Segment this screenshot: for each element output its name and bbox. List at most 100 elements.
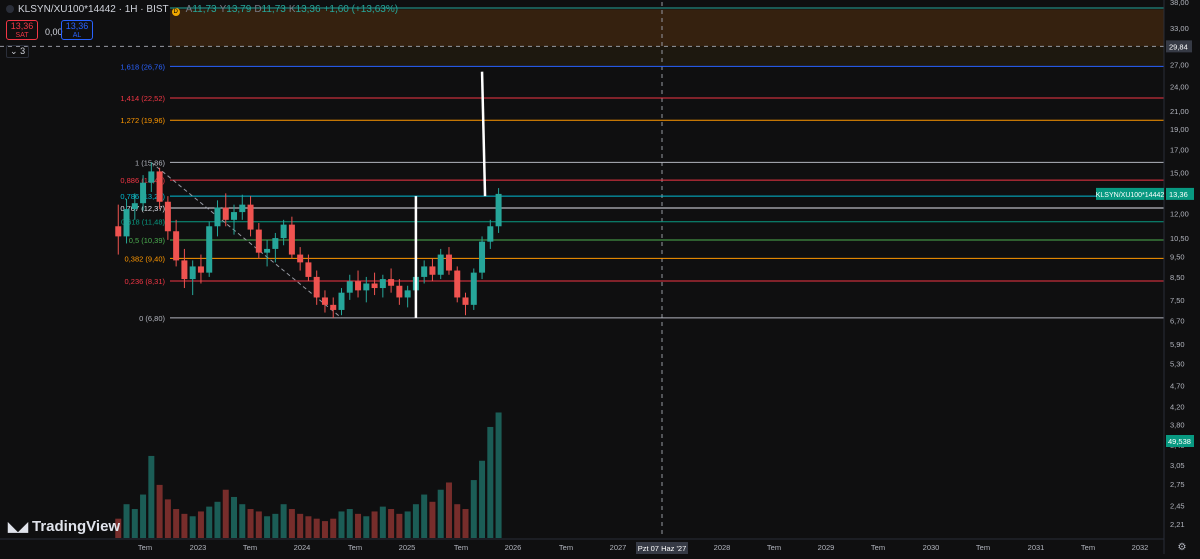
time-tick-label: Tem bbox=[871, 543, 885, 552]
volume-bar bbox=[131, 509, 138, 538]
fib-level-label: 1,414 (22,52) bbox=[120, 94, 165, 103]
candle-body bbox=[462, 297, 469, 305]
candle-body bbox=[495, 193, 502, 227]
sell-button[interactable]: 13,36 SAT bbox=[6, 20, 38, 40]
volume-bar bbox=[321, 521, 328, 538]
volume-bar bbox=[396, 513, 403, 538]
fib-level-label: 1,618 (26,76) bbox=[120, 62, 165, 71]
volume-bar bbox=[479, 460, 486, 538]
low-value: 11,73 bbox=[261, 4, 286, 15]
candle-body bbox=[189, 266, 196, 280]
candle-body bbox=[363, 283, 370, 291]
volume-bar bbox=[264, 516, 271, 538]
price-tick-label: 2,75 bbox=[1170, 480, 1185, 489]
symbol-title[interactable]: KLSYN/XU100*14442 · 1H · BIST bbox=[18, 4, 169, 15]
candle-body bbox=[264, 248, 271, 253]
volume-bar bbox=[214, 501, 221, 538]
volume-bar bbox=[140, 494, 147, 538]
volume-bar bbox=[222, 489, 229, 538]
volume-bar bbox=[164, 499, 171, 538]
time-axis: Tem 2023 Tem 2024 Tem 2025 Tem 2026 Tem 2027 Tem 20… bbox=[0, 538, 1187, 553]
candle-body bbox=[222, 207, 229, 220]
price-tick-label: 19,00 bbox=[1170, 125, 1189, 134]
candle-body bbox=[156, 171, 163, 202]
volume-bar bbox=[272, 513, 279, 538]
volume-bars bbox=[115, 412, 502, 538]
volume-bar bbox=[173, 509, 180, 538]
candle-body bbox=[445, 254, 452, 271]
indicator-count: 3 bbox=[20, 46, 26, 56]
crosshair-price-label: 29,84 bbox=[1169, 42, 1188, 51]
volume-bar bbox=[338, 511, 345, 538]
candle-body bbox=[355, 281, 362, 291]
price-tick-label: 7,50 bbox=[1170, 296, 1185, 305]
gear-icon[interactable]: ⚙ bbox=[1178, 542, 1187, 553]
volume-bar bbox=[148, 455, 155, 538]
price-chart[interactable]: 0 (6,80) 0,236 (8,31) 0,382 (9,40) 0,5 (10,… bbox=[0, 0, 1200, 554]
time-tick-label: Tem bbox=[1081, 543, 1095, 552]
symbol-name-label: KLSYN/XU100*14442 bbox=[1096, 192, 1165, 199]
price-tick-label: 27,00 bbox=[1170, 61, 1189, 70]
volume-bar bbox=[421, 494, 428, 538]
candle-body bbox=[173, 231, 180, 261]
open-value: 11,73 bbox=[192, 4, 217, 15]
time-tick-label: 2026 bbox=[505, 543, 522, 552]
delay-badge-icon: D bbox=[171, 8, 180, 16]
collapse-indicators-button[interactable]: ⌄ 3 bbox=[6, 45, 30, 58]
volume-bar bbox=[305, 516, 312, 538]
tradingview-logo[interactable]: ◣◢ TradingView bbox=[8, 518, 120, 535]
price-tick-label: 10,50 bbox=[1170, 234, 1189, 243]
time-tick-label: Tem bbox=[348, 543, 362, 552]
time-tick-label: Tem bbox=[559, 543, 573, 552]
price-axis: 38,00 33,00 27,00 24,00 21,00 19,00 17,00 15,00… bbox=[1163, 0, 1189, 554]
candle-body bbox=[206, 226, 213, 273]
crosshair-date-label: Pzt 07 Haz '27 bbox=[638, 544, 687, 553]
candle-body bbox=[255, 229, 262, 253]
volume-bar bbox=[462, 509, 469, 538]
volume-bar bbox=[363, 516, 370, 538]
candle-body bbox=[140, 182, 147, 204]
sell-label: SAT bbox=[15, 32, 29, 39]
candle-body bbox=[454, 270, 461, 298]
time-tick-label: Tem bbox=[138, 543, 152, 552]
crosshair-lines bbox=[0, 2, 1164, 538]
price-tick-label: 38,00 bbox=[1170, 0, 1189, 7]
time-tick-label: Tem bbox=[976, 543, 990, 552]
candle-body bbox=[404, 290, 411, 298]
buy-button[interactable]: 13,36 AL bbox=[61, 20, 93, 40]
price-tick-label: 17,00 bbox=[1170, 146, 1189, 155]
volume-bar bbox=[255, 511, 262, 538]
chevron-down-icon: ⌄ bbox=[10, 46, 18, 56]
volume-bar bbox=[445, 482, 452, 538]
buy-label: AL bbox=[72, 32, 82, 39]
price-tick-label: 4,70 bbox=[1170, 382, 1185, 391]
price-tick-label: 4,20 bbox=[1170, 402, 1185, 411]
price-tick-label: 3,05 bbox=[1170, 461, 1185, 470]
candle-body bbox=[487, 226, 494, 242]
volume-bar bbox=[231, 496, 238, 538]
time-tick-label: 2032 bbox=[1132, 543, 1149, 552]
volume-bar bbox=[280, 504, 287, 538]
volume-bar bbox=[412, 504, 419, 538]
volume-label: 49,538 bbox=[1168, 437, 1191, 446]
tradingview-logo-icon: ◣◢ bbox=[8, 519, 28, 534]
price-tick-label: 2,45 bbox=[1170, 501, 1185, 510]
spread-value: 0,00 bbox=[45, 27, 63, 37]
volume-bar bbox=[181, 513, 188, 538]
time-tick-label: 2028 bbox=[714, 543, 731, 552]
volume-bar bbox=[429, 501, 436, 538]
candle-body bbox=[313, 276, 320, 298]
candle-body bbox=[421, 266, 428, 277]
candle-body bbox=[396, 285, 403, 298]
volume-bar bbox=[346, 509, 353, 538]
logo-text: TradingView bbox=[32, 518, 121, 535]
time-tick-label: Tem bbox=[243, 543, 257, 552]
fib-level-label: 0 (6,80) bbox=[139, 314, 165, 323]
price-zones bbox=[170, 9, 1164, 67]
volume-bar bbox=[330, 518, 337, 538]
price-tick-label: 33,00 bbox=[1170, 24, 1189, 33]
candle-body bbox=[115, 226, 122, 237]
volume-bar bbox=[123, 504, 130, 538]
price-tick-label: 9,50 bbox=[1170, 252, 1185, 261]
candle-body bbox=[388, 279, 395, 286]
